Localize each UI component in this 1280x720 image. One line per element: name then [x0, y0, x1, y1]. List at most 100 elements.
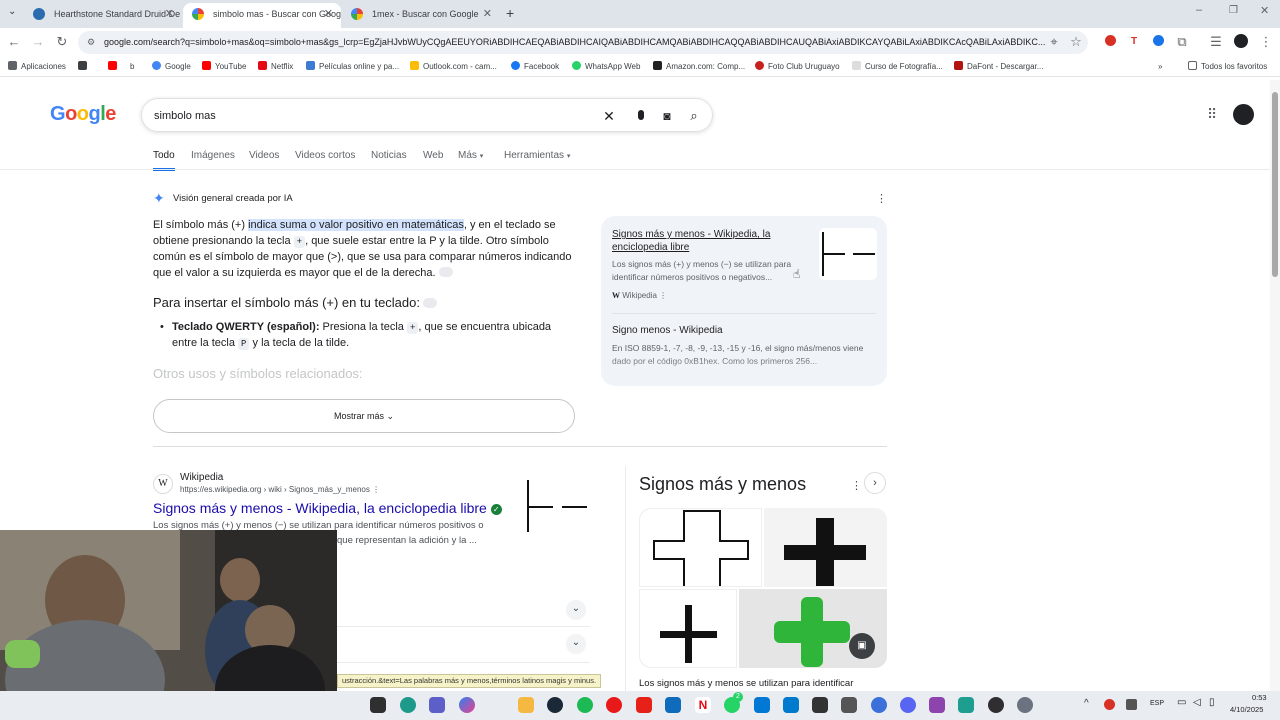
browser-menu-icon[interactable]: ⋮: [1258, 34, 1274, 50]
keyboard-language[interactable]: ESP: [1150, 700, 1164, 707]
show-more-button[interactable]: Mostrar más ⌄: [153, 399, 575, 433]
minimize-icon[interactable]: –: [1196, 4, 1202, 16]
close-tab-icon[interactable]: ✕: [324, 3, 333, 25]
knowledge-panel-menu-icon[interactable]: ⋮: [851, 479, 862, 492]
lens-camera-icon[interactable]: ◙: [658, 107, 676, 125]
bookmark-foto-club[interactable]: Foto Club Uruguayo: [755, 60, 840, 74]
bookmark-amazon[interactable]: Amazon.com: Comp...: [653, 60, 745, 74]
bookmark-facebook[interactable]: Facebook: [511, 60, 559, 74]
source-more-icon[interactable]: ⋮: [659, 291, 667, 300]
ai-overview-menu-icon[interactable]: ⋮: [876, 192, 887, 205]
source-title-1[interactable]: Signos más y menos - Wikipedia, la encic…: [612, 228, 807, 254]
kp-image-green-plus[interactable]: ▣: [739, 589, 887, 668]
tray-icon-1[interactable]: [1104, 699, 1115, 710]
account-avatar[interactable]: [1233, 104, 1254, 125]
taskbar-network-icon[interactable]: [958, 697, 974, 713]
bookmark-youtube-icon-only[interactable]: [108, 60, 121, 74]
taskbar-outlook-icon[interactable]: [754, 697, 770, 713]
tab-search-chevron-icon[interactable]: ⌄: [8, 6, 16, 17]
bookmark-peliculas[interactable]: Películas online y pa...: [306, 60, 399, 74]
knowledge-panel-next-icon[interactable]: ›: [864, 472, 886, 494]
location-icon[interactable]: ⌖: [1046, 34, 1062, 50]
source-title-2[interactable]: Signo menos - Wikipedia: [612, 325, 723, 336]
tab-simbolo-mas[interactable]: simbolo mas - Buscar con Goog ✕: [183, 3, 341, 28]
taskbar-app2-icon[interactable]: [812, 697, 828, 713]
tray-icon-2[interactable]: [1126, 699, 1137, 710]
bookmark-google[interactable]: Google: [152, 60, 191, 74]
clear-search-icon[interactable]: ✕: [600, 107, 618, 125]
tab-hearthstone[interactable]: Hearthstone Standard Druid De ✕: [24, 3, 182, 28]
tray-network-icon[interactable]: ▭: [1177, 697, 1186, 708]
new-tab-plus-icon[interactable]: +: [506, 5, 514, 21]
taskbar-copilot-icon[interactable]: [459, 697, 475, 713]
taskbar-discord-icon[interactable]: [900, 697, 916, 713]
bookmarks-overflow-chevron-icon[interactable]: »: [1158, 60, 1162, 74]
result-more-icon[interactable]: ⋮: [372, 485, 380, 494]
bookmark-apps[interactable]: Aplicaciones: [8, 60, 66, 74]
search-input[interactable]: [154, 107, 584, 124]
bookmark-b[interactable]: b: [130, 60, 134, 74]
tab-videos[interactable]: Videos: [249, 150, 279, 161]
tab-videos-cortos[interactable]: Videos cortos: [295, 150, 355, 161]
taskbar-obs-icon[interactable]: [988, 697, 1004, 713]
extensions-puzzle-icon[interactable]: ⧉: [1174, 34, 1190, 50]
tray-battery-icon[interactable]: ▯: [1209, 697, 1215, 708]
google-apps-icon[interactable]: ⠿: [1207, 106, 1217, 123]
google-logo[interactable]: Google: [50, 103, 116, 126]
taskbar-settings-icon[interactable]: [1017, 697, 1033, 713]
extension-red-icon[interactable]: [1102, 34, 1118, 50]
page-scrollbar[interactable]: [1270, 80, 1280, 691]
tab-1mex[interactable]: 1mex - Buscar con Google ✕: [342, 3, 500, 28]
expand-question-2-icon[interactable]: ⌄: [566, 634, 586, 654]
bookmark-curso-fotografia[interactable]: Curso de Fotografía...: [852, 60, 943, 74]
taskbar-steam-icon[interactable]: [547, 697, 563, 713]
taskbar-opera-icon[interactable]: [606, 697, 622, 713]
clock-date[interactable]: 4/10/2025: [1230, 705, 1263, 714]
tray-chevron-icon[interactable]: ^: [1084, 698, 1089, 709]
bookmark-netflix[interactable]: Netflix: [258, 60, 293, 74]
source-thumbnail-1[interactable]: [819, 228, 877, 280]
taskbar-edge-icon[interactable]: [400, 697, 416, 713]
reading-list-icon[interactable]: ☰: [1208, 34, 1224, 50]
extension-blue-icon[interactable]: [1150, 34, 1166, 50]
all-bookmarks-folder[interactable]: Todos los favoritos: [1188, 60, 1267, 74]
kp-image-outline-plus[interactable]: [639, 508, 762, 587]
close-tab-icon[interactable]: ✕: [165, 3, 174, 25]
result-title[interactable]: Signos más y menos - Wikipedia, la encic…: [153, 500, 502, 516]
bookmark-grid[interactable]: [78, 60, 91, 74]
microphone-icon[interactable]: [632, 107, 650, 125]
bookmark-outlook[interactable]: Outlook.com - cam...: [410, 60, 497, 74]
result-url[interactable]: https://es.wikipedia.org › wiki › Signos…: [180, 485, 380, 494]
result-thumbnail[interactable]: [525, 478, 589, 534]
search-icon[interactable]: ⌕: [685, 107, 703, 125]
source-link-icon[interactable]: [422, 298, 437, 308]
address-bar[interactable]: ⚙ google.com/search?q=simbolo+mas&oq=sim…: [78, 31, 1088, 54]
source-link-icon[interactable]: [438, 267, 453, 277]
back-arrow-icon[interactable]: ←: [6, 34, 22, 50]
kp-image-bold-plus[interactable]: [764, 508, 887, 587]
forward-arrow-icon[interactable]: →: [30, 34, 46, 50]
tab-noticias[interactable]: Noticias: [371, 150, 407, 161]
more-images-icon[interactable]: ▣: [849, 633, 875, 659]
taskbar-teams-icon[interactable]: [429, 697, 445, 713]
close-window-icon[interactable]: ✕: [1260, 4, 1269, 17]
close-tab-icon[interactable]: ✕: [483, 3, 492, 25]
bookmark-youtube[interactable]: YouTube: [202, 60, 246, 74]
taskbar-tool-icon[interactable]: [841, 697, 857, 713]
extension-t-icon[interactable]: T: [1126, 34, 1142, 50]
taskbar-spotify-icon[interactable]: [577, 697, 593, 713]
taskbar-files-icon[interactable]: [518, 697, 534, 713]
bookmark-star-icon[interactable]: ☆: [1068, 34, 1084, 50]
tab-imagenes[interactable]: Imágenes: [191, 150, 235, 161]
taskbar-app-icon[interactable]: [665, 697, 681, 713]
maximize-icon[interactable]: ❐: [1229, 5, 1238, 16]
scrollbar-thumb[interactable]: [1272, 92, 1278, 277]
reload-icon[interactable]: ↻: [54, 34, 70, 50]
taskbar-youtube-icon[interactable]: [636, 697, 652, 713]
bookmark-dafont[interactable]: DaFont - Descargar...: [954, 60, 1043, 74]
tab-web[interactable]: Web: [423, 150, 443, 161]
taskbar-explorer-icon[interactable]: [370, 697, 386, 713]
tray-volume-icon[interactable]: ◁: [1193, 697, 1201, 708]
profile-avatar-icon[interactable]: [1233, 34, 1249, 50]
taskbar-netflix-icon[interactable]: N: [695, 697, 711, 713]
